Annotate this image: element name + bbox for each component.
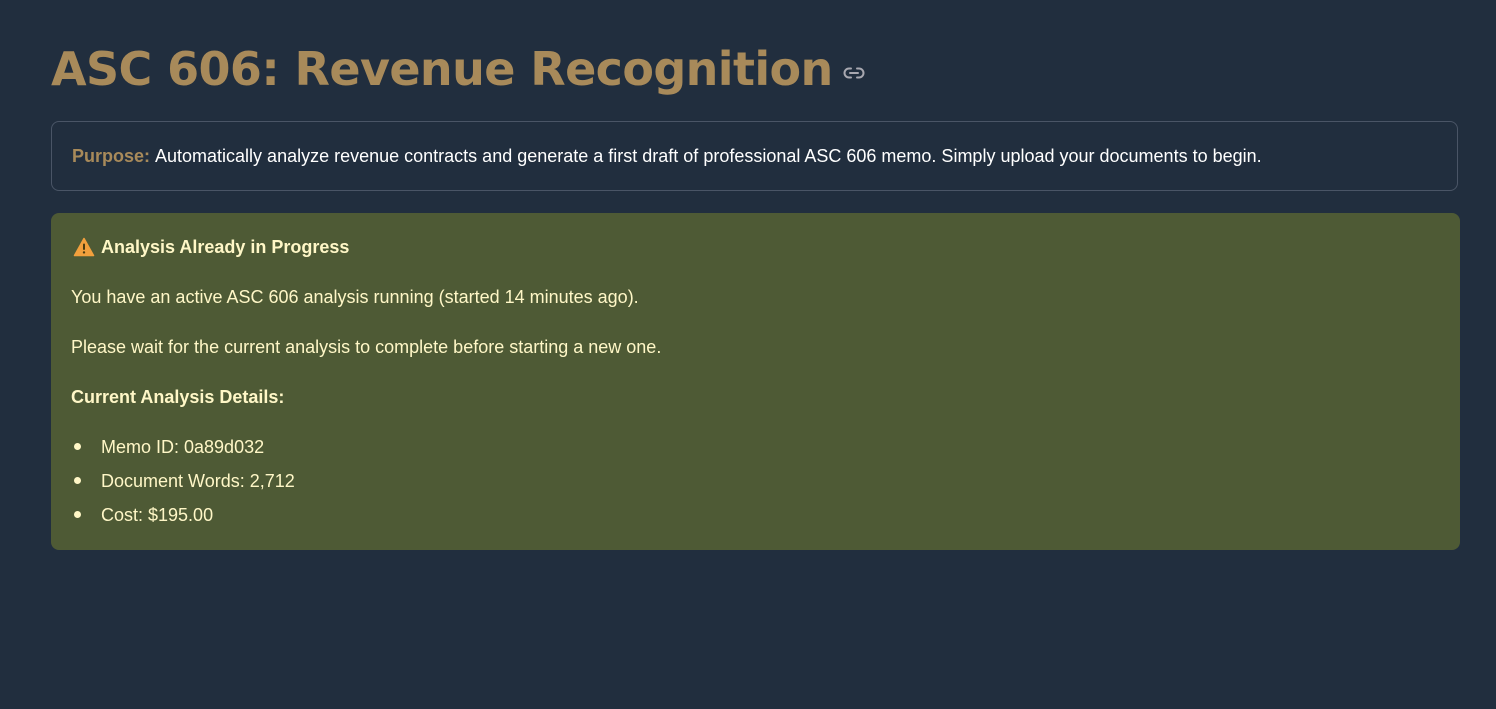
cost: Cost: $195.00 [101, 505, 214, 525]
purpose-text: Automatically analyze revenue contracts … [155, 145, 1262, 166]
bullet-icon [74, 511, 81, 518]
alert-active-analysis-text: You have an active ASC 606 analysis runn… [71, 287, 639, 307]
alert-wait-text: Please wait for the current analysis to … [71, 337, 662, 357]
memo-id: Memo ID: 0a89d032 [101, 437, 265, 457]
page-title: ASC 606: Revenue Recognition [51, 42, 833, 96]
alert-heading-text: Analysis Already in Progress [101, 236, 350, 257]
bullet-icon [74, 477, 81, 484]
alert-heading: Analysis Already in Progress [73, 235, 349, 259]
document-words: Document Words: 2,712 [101, 471, 295, 491]
page: ASC 606: Revenue Recognition Purpose: Au… [0, 0, 1496, 709]
bullet-icon [74, 443, 81, 450]
analysis-in-progress-alert: Analysis Already in Progress You have an… [51, 213, 1460, 550]
warning-icon [73, 237, 95, 257]
link-icon[interactable] [843, 66, 865, 80]
details-heading: Current Analysis Details: [71, 387, 285, 407]
purpose-label: Purpose: [72, 145, 151, 166]
list-item: Document Words: 2,712 [71, 469, 295, 503]
list-item: Memo ID: 0a89d032 [71, 435, 295, 469]
purpose-box: Purpose: Automatically analyze revenue c… [51, 121, 1458, 191]
title-row: ASC 606: Revenue Recognition [51, 36, 865, 102]
analysis-details-list: Memo ID: 0a89d032 Document Words: 2,712 … [71, 435, 295, 537]
list-item: Cost: $195.00 [71, 503, 295, 537]
